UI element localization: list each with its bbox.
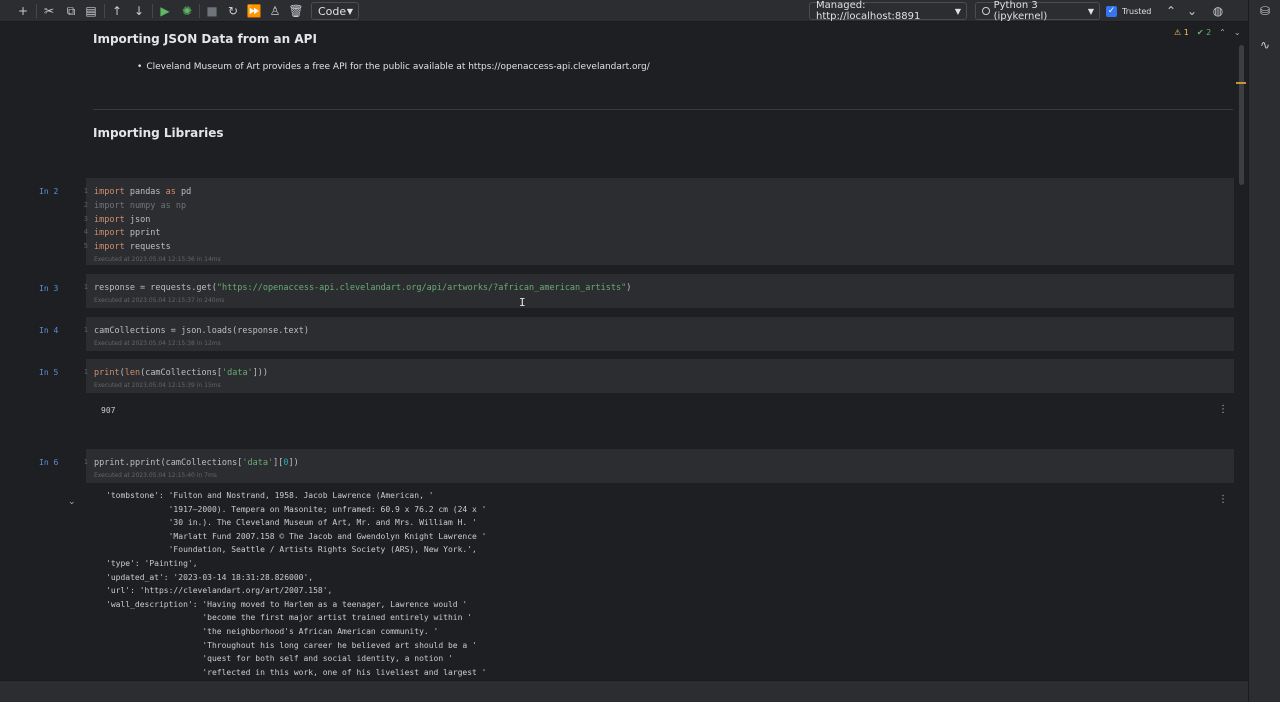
run-cell-icon[interactable]: ▶ xyxy=(156,2,174,20)
more-options-icon[interactable]: ⋮ xyxy=(1218,404,1228,415)
notebook-editor: ⚠ 1 ✔ 2 ⌃ ⌄ Importing JSON Data from an … xyxy=(8,23,1248,680)
stop-icon[interactable]: ■ xyxy=(203,2,221,20)
output-line: 'Marlatt Fund 2007.158 © The Jacob and G… xyxy=(106,531,487,541)
add-icon[interactable]: + xyxy=(14,2,32,20)
code-line: 4 import pprint xyxy=(83,228,161,238)
code-cell[interactable]: 1 response = requests.get("https://openac… xyxy=(83,274,1234,308)
caret-down-icon: ▼ xyxy=(1087,6,1094,16)
chevron-up-icon[interactable]: ⌃ xyxy=(1219,28,1226,37)
code-line: 1 response = requests.get("https://openac… xyxy=(83,283,632,293)
output-line: 'wall_description': 'Having moved to Har… xyxy=(106,599,468,609)
markdown-divider xyxy=(93,109,1233,110)
trusted-label: Trusted xyxy=(1122,6,1152,16)
move-down-icon[interactable]: ↓ xyxy=(130,2,148,20)
run-all-icon[interactable]: ⏩ xyxy=(245,2,263,20)
code-line: 5 import requests xyxy=(83,242,171,252)
delete-icon[interactable]: 🗑 xyxy=(287,2,305,20)
database-icon[interactable]: ⛁ xyxy=(1257,3,1273,19)
output-line: 'Throughout his long career he believed … xyxy=(106,640,477,650)
code-line: 3 import json xyxy=(83,215,151,225)
kernel-status-icon xyxy=(982,7,990,15)
code-cell[interactable]: 1 print(len(camCollections['data'])) Exec… xyxy=(83,359,1234,393)
toolbar-separator xyxy=(104,4,105,18)
code-cell[interactable]: 1 import pandas as pd 2 import numpy as np… xyxy=(83,178,1234,265)
chevron-down-icon[interactable]: ⌄ xyxy=(1183,2,1201,20)
server-select[interactable]: Managed: http://localhost:8891 ▼ xyxy=(809,0,967,22)
collapse-output-icon[interactable]: ⌄ xyxy=(68,497,76,507)
cell-prompt: In 3 xyxy=(39,284,59,293)
code-cell[interactable]: 1 pprint.pprint(camCollections['data'][0]… xyxy=(83,449,1234,483)
output-line: 'tombstone': 'Fulton and Nostrand, 1958.… xyxy=(106,491,434,500)
status-bar xyxy=(0,680,1248,702)
restart-icon[interactable]: ↻ xyxy=(224,2,242,20)
execution-info: Executed at 2023.05.04 12:15:38 in 12ms xyxy=(94,340,221,347)
output-line: '30 in.). The Cleveland Museum of Art, M… xyxy=(106,518,477,528)
output-line: '1917–2000). Tempera on Masonite; unfram… xyxy=(106,504,487,514)
toolbar-separator xyxy=(199,4,200,18)
execution-info: Executed at 2023.05.04 12:15:37 in 240ms xyxy=(94,297,225,304)
server-label: Managed: http://localhost:8891 xyxy=(816,0,921,22)
output-line: 'quest for both self and social identity… xyxy=(106,654,453,664)
execution-info: Executed at 2023.05.04 12:15:36 in 14ms xyxy=(94,256,221,263)
cell-output: 907 xyxy=(101,406,116,415)
cell-prompt: In 6 xyxy=(39,458,59,467)
ok-count: 2 xyxy=(1206,28,1212,37)
kernel-label: Python 3 (ipykernel) xyxy=(993,0,1048,22)
output-line: 'url': 'https://clevelandart.org/art/200… xyxy=(106,586,333,596)
code-cell[interactable]: 1 camCollections = json.loads(response.te… xyxy=(83,317,1234,351)
copy-icon[interactable]: ⧉ xyxy=(62,2,80,20)
scroll-marker xyxy=(1236,82,1246,84)
cell-type-select[interactable]: Code ▼ xyxy=(311,2,359,20)
cell-prompt: In 5 xyxy=(39,368,59,377)
right-tool-strip: ⛁ ∿ xyxy=(1248,0,1280,702)
code-line: 1 camCollections = json.loads(response.te… xyxy=(83,326,309,336)
caret-down-icon: ▼ xyxy=(346,6,353,16)
cell-type-value: Code xyxy=(318,4,347,18)
trusted-checkbox[interactable]: ✓ xyxy=(1106,5,1117,17)
toolbar-separator xyxy=(36,4,37,18)
inspection-widget[interactable]: ⚠ 1 ✔ 2 ⌃ ⌄ xyxy=(1174,28,1241,37)
cell-prompt: In 2 xyxy=(39,187,59,196)
output-line: 'updated_at': '2023-03-14 18:31:28.82600… xyxy=(106,572,314,582)
output-line: 'the neighborhood's African American com… xyxy=(106,627,439,636)
code-line: 1 print(len(camCollections['data'])) xyxy=(83,368,269,378)
cell-prompt: In 4 xyxy=(39,326,59,335)
output-line: 'reflected in this work, one of his live… xyxy=(106,667,487,677)
cut-icon[interactable]: ✂ xyxy=(40,2,58,20)
notebook-toolbar: + ✂ ⧉ ▤ ↑ ↓ ▶ ✺ ■ ↻ ⏩ ♙ 🗑 Code ▼ Managed… xyxy=(0,0,1248,22)
warning-icon: ⚠ 1 xyxy=(1174,28,1189,37)
caret-down-icon: ▼ xyxy=(954,6,961,16)
trusted-toggle[interactable]: ✓ Trusted xyxy=(1106,4,1151,18)
output-line: 'type': 'Painting', xyxy=(106,559,198,568)
chevron-up-icon[interactable]: ⌃ xyxy=(1162,2,1180,20)
markdown-bullet: • Cleveland Museum of Art provides a free… xyxy=(137,62,650,72)
code-line: 1 pprint.pprint(camCollections['data'][0]… xyxy=(83,458,299,468)
execution-info: Executed at 2023.05.04 12:15:40 in 7ms xyxy=(94,472,217,479)
check-icon: ✔ 2 xyxy=(1196,28,1212,37)
paste-icon[interactable]: ▤ xyxy=(82,2,100,20)
clear-icon[interactable]: ♙ xyxy=(266,2,284,20)
warning-count: 1 xyxy=(1183,28,1189,37)
output-line: 'Foundation, Seattle / Artists Rights So… xyxy=(106,545,477,555)
chevron-down-icon[interactable]: ⌄ xyxy=(1234,28,1241,37)
vertical-scrollbar[interactable] xyxy=(1239,45,1244,185)
bullet-text: Cleveland Museum of Art provides a free … xyxy=(146,62,650,72)
code-line: 1 import pandas as pd xyxy=(83,187,192,197)
text-cursor-icon: I xyxy=(519,296,526,309)
debug-icon[interactable]: ✺ xyxy=(178,2,196,20)
chart-icon[interactable]: ∿ xyxy=(1257,37,1273,53)
kernel-select[interactable]: Python 3 (ipykernel) ▼ xyxy=(975,0,1100,22)
more-options-icon[interactable]: ⋮ xyxy=(1218,494,1228,505)
heading-import-json: Importing JSON Data from an API xyxy=(93,32,317,46)
code-line: 2 import numpy as np xyxy=(83,201,187,211)
execution-info: Executed at 2023.05.04 12:15:39 in 15ms xyxy=(94,382,221,389)
move-up-icon[interactable]: ↑ xyxy=(108,2,126,20)
globe-icon[interactable]: ◍ xyxy=(1209,2,1227,20)
output-line: 'become the first major artist trained e… xyxy=(106,613,473,623)
heading-importing-libraries: Importing Libraries xyxy=(93,126,224,140)
toolbar-separator xyxy=(152,4,153,18)
